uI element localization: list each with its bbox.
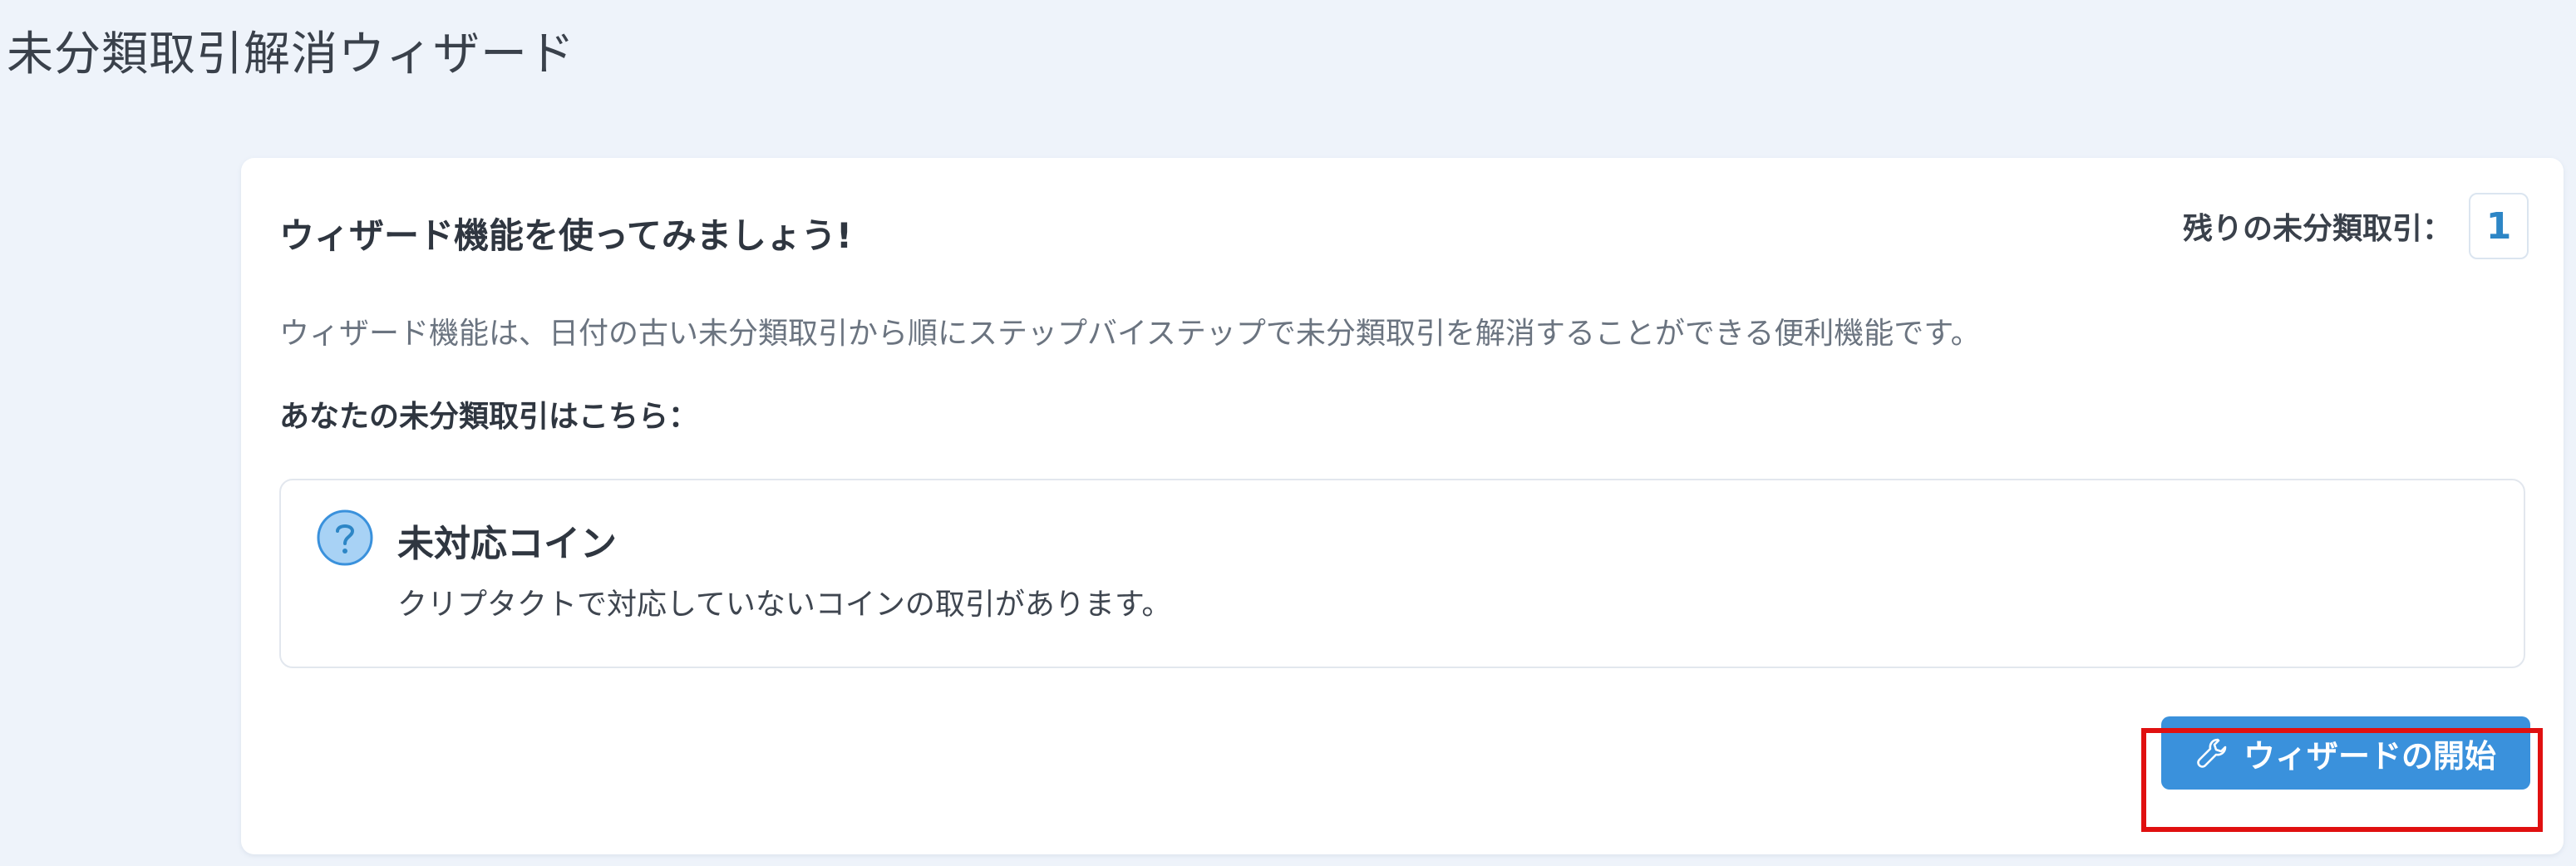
highlight-frame <box>2141 728 2543 832</box>
question-circle-icon <box>317 509 373 566</box>
card-header: ウィザード機能を使ってみましょう! <box>279 215 853 256</box>
issue-title: 未対応コイン <box>397 523 617 565</box>
remaining-label: 残りの未分類取引： <box>2182 212 2452 246</box>
wizard-description: ウィザード機能は、日付の古い未分類取引から順にステップバイステップで未分類取引を… <box>279 317 1981 351</box>
issue-description: クリプタクトで対応していないコインの取引があります。 <box>397 588 1172 622</box>
page-title: 未分類取引解消ウィザード <box>7 27 575 81</box>
remaining-count-badge: 1 <box>2469 193 2529 259</box>
issue-card-unsupported-coin: 未対応コイン クリプタクトで対応していないコインの取引があります。 <box>279 479 2525 668</box>
section-label: あなたの未分類取引はこちら： <box>279 400 699 434</box>
remaining-counter: 残りの未分類取引： 1 <box>2183 193 2529 259</box>
